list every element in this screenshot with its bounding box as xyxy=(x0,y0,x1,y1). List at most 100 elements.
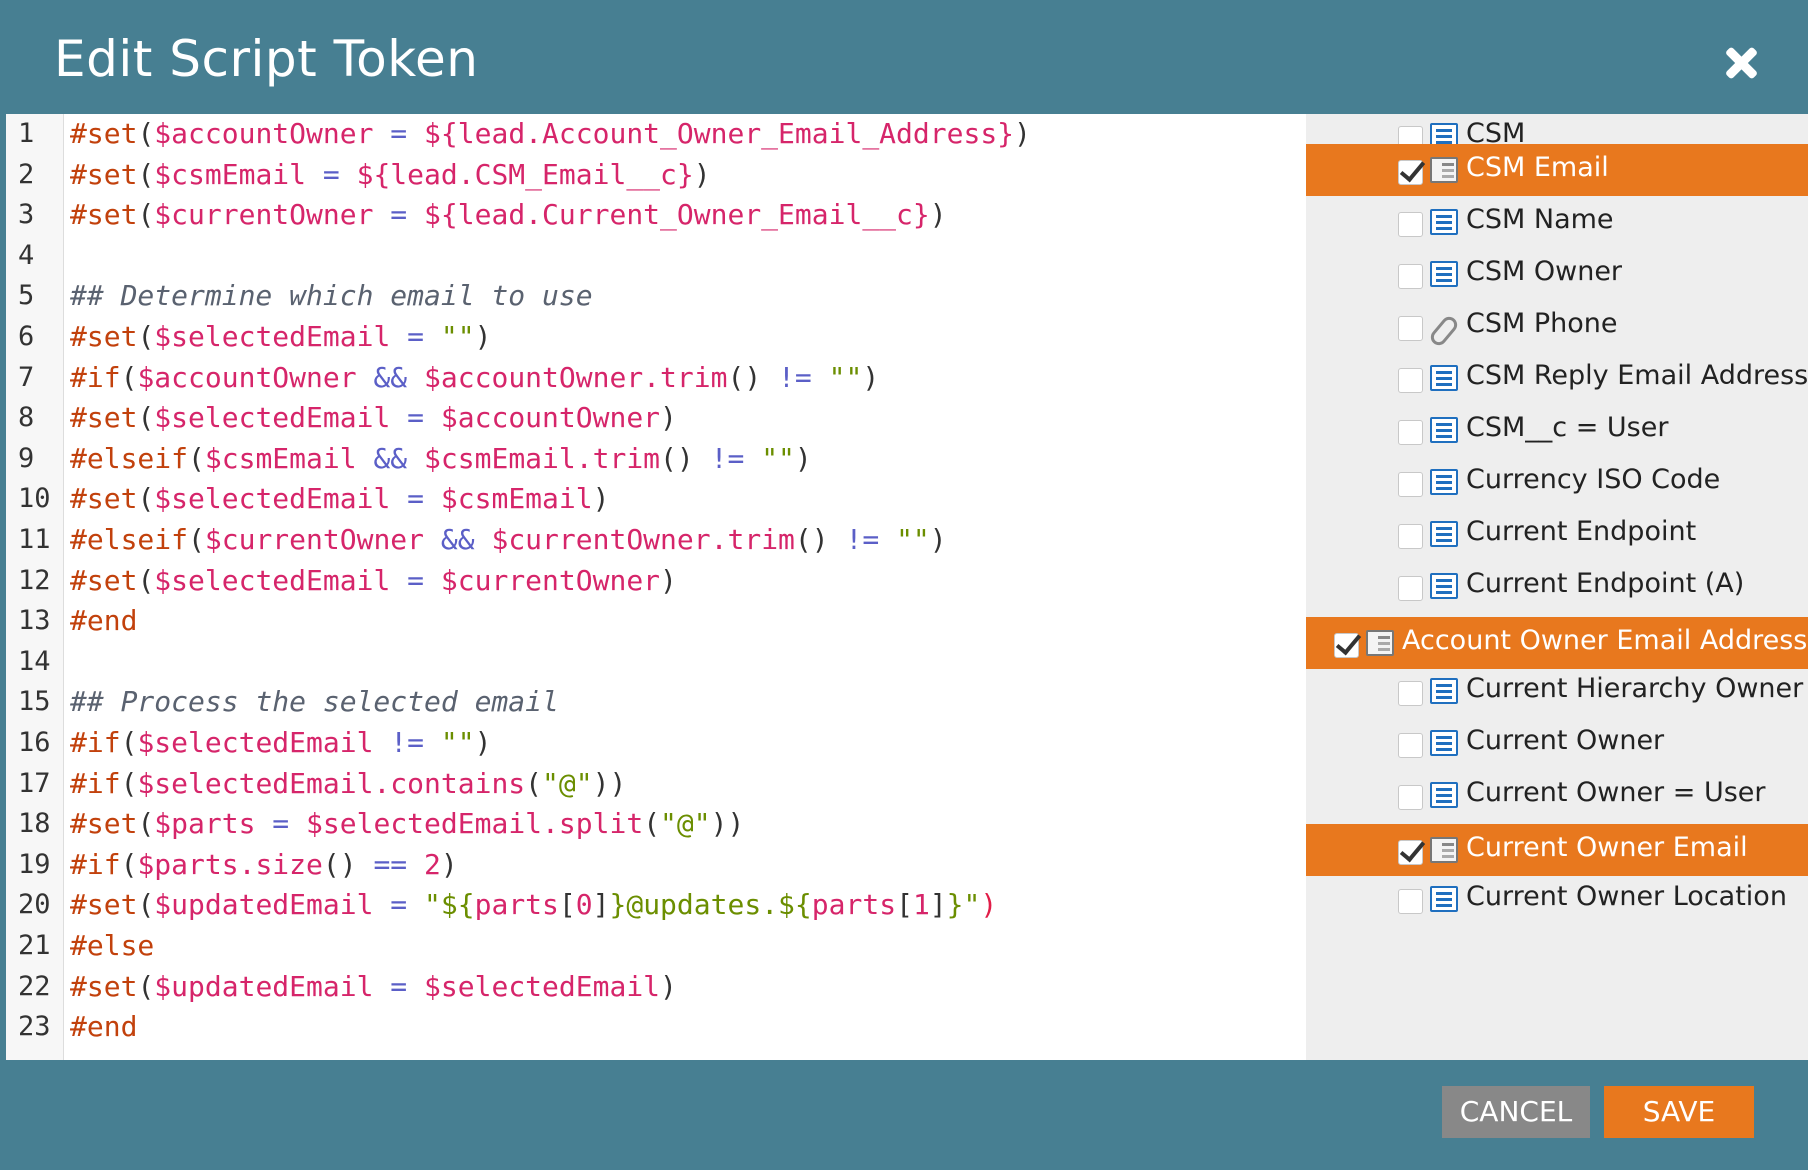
code-token: ) xyxy=(660,563,677,597)
code-line[interactable]: 4 xyxy=(6,236,1306,277)
field-row[interactable]: Current Owner xyxy=(1306,717,1808,769)
code-token: $parts.size xyxy=(137,847,323,881)
code-line[interactable]: 21 #else xyxy=(6,926,1306,967)
text-field-icon xyxy=(1430,886,1458,912)
code-line[interactable]: 18 #set($parts = $selectedEmail.split("@"… xyxy=(6,804,1306,845)
field-row[interactable]: Currency ISO Code xyxy=(1306,456,1808,508)
code-token: ( xyxy=(188,523,205,556)
code-token: = xyxy=(373,198,425,232)
code-line[interactable]: 13 #end xyxy=(6,601,1306,642)
field-checkbox[interactable] xyxy=(1398,368,1423,393)
code-text: #elseif($currentOwner && $currentOwner.t… xyxy=(70,520,947,561)
field-row[interactable]: Account Owner Email Address xyxy=(1306,617,1808,669)
code-line[interactable]: 23 #end xyxy=(6,1007,1306,1048)
field-checkbox[interactable] xyxy=(1398,733,1423,758)
code-token: )) xyxy=(592,766,627,800)
field-checkbox[interactable] xyxy=(1398,681,1423,706)
field-label: CSM Owner xyxy=(1466,256,1623,287)
field-row[interactable]: Current Hierarchy Owner M xyxy=(1306,665,1808,717)
code-token: () xyxy=(794,523,829,556)
code-token: = xyxy=(390,320,441,353)
dialog-title: Edit Script Token xyxy=(54,30,479,88)
code-line[interactable]: 1 #set($accountOwner = ${lead.Account_Own… xyxy=(6,114,1306,155)
field-checkbox[interactable] xyxy=(1398,472,1423,497)
line-number: 3 xyxy=(18,199,35,231)
field-checkbox[interactable] xyxy=(1398,316,1423,341)
code-line[interactable]: 14 xyxy=(6,642,1306,683)
line-number: 2 xyxy=(18,158,35,190)
field-row[interactable]: Current Owner = User xyxy=(1306,769,1808,821)
code-token: = xyxy=(306,157,357,191)
code-line[interactable]: 3 #set($currentOwner = ${lead.Current_Own… xyxy=(6,195,1306,236)
code-line[interactable]: 20 #set($updatedEmail = "${parts[0]}@upda… xyxy=(6,885,1306,926)
code-token: != xyxy=(828,523,897,556)
code-token: ## Determine which email to use xyxy=(70,279,593,313)
code-token: ( xyxy=(137,401,155,435)
save-button[interactable]: SAVE xyxy=(1604,1086,1754,1138)
field-row[interactable]: Current Owner Email xyxy=(1306,824,1808,876)
field-row[interactable]: Current Owner Location xyxy=(1306,873,1808,925)
code-token: ( xyxy=(137,888,155,922)
code-line[interactable]: 16 #if($selectedEmail != "") xyxy=(6,723,1306,764)
field-row[interactable]: CSM Phone xyxy=(1306,300,1808,352)
code-token: ( xyxy=(525,766,543,800)
field-checkbox[interactable] xyxy=(1398,889,1423,914)
field-row[interactable]: CSM Owner xyxy=(1306,248,1808,300)
code-token: () xyxy=(727,360,762,394)
field-row[interactable]: CSM Reply Email Address xyxy=(1306,352,1808,404)
field-checkbox[interactable] xyxy=(1398,420,1423,445)
code-token: = xyxy=(373,117,425,150)
code-line[interactable]: 17 #if($selectedEmail.contains("@")) xyxy=(6,764,1306,805)
line-number: 21 xyxy=(18,930,51,961)
field-checkbox[interactable] xyxy=(1398,840,1423,865)
code-token: $updatedEmail xyxy=(154,888,374,922)
field-row[interactable]: CSM__c = User xyxy=(1306,404,1808,456)
code-token: ( xyxy=(137,563,155,597)
code-token: #set xyxy=(70,563,138,597)
code-line[interactable]: 5 ## Determine which email to use xyxy=(6,276,1306,317)
code-text: ## Determine which email to use xyxy=(70,276,593,317)
code-token: = xyxy=(373,888,425,922)
field-picker-list[interactable]: CSM CSM Email CSM Name CSM Owner CSM Phone CS… xyxy=(1306,114,1808,1060)
field-row[interactable]: Current Endpoint xyxy=(1306,508,1808,560)
code-token: #if xyxy=(70,847,121,881)
code-token: $updatedEmail xyxy=(154,969,374,1003)
code-line[interactable]: 9 #elseif($csmEmail && $csmEmail.trim() !… xyxy=(6,439,1306,480)
code-editor[interactable]: 1 #set($accountOwner = ${lead.Account_Own… xyxy=(6,114,1306,1060)
code-token: #set xyxy=(70,807,138,841)
text-field-icon xyxy=(1430,417,1458,443)
field-row[interactable]: CSM Name xyxy=(1306,196,1808,248)
code-text: ## Process the selected email xyxy=(70,682,559,723)
field-row[interactable]: Current Endpoint (A) xyxy=(1306,560,1808,612)
field-checkbox[interactable] xyxy=(1398,785,1423,810)
field-checkbox[interactable] xyxy=(1398,212,1423,237)
field-checkbox[interactable] xyxy=(1334,633,1359,658)
code-line[interactable]: 15 ## Process the selected email xyxy=(6,682,1306,723)
code-token: $csmEmail xyxy=(154,157,307,191)
code-text: #if($selectedEmail.contains("@")) xyxy=(70,764,626,805)
code-text: #end xyxy=(70,1007,137,1048)
code-token: parts xyxy=(474,888,559,922)
code-line[interactable]: 11 #elseif($currentOwner && $currentOwner… xyxy=(6,520,1306,561)
code-line[interactable]: 12 #set($selectedEmail = $currentOwner) xyxy=(6,561,1306,602)
code-line[interactable]: 7 #if($accountOwner && $accountOwner.trim… xyxy=(6,358,1306,399)
text-field-icon xyxy=(1430,730,1458,756)
text-field-icon xyxy=(1430,782,1458,808)
field-checkbox[interactable] xyxy=(1398,524,1423,549)
field-label: Current Endpoint (A) xyxy=(1466,568,1745,599)
code-line[interactable]: 10 #set($selectedEmail = $csmEmail) xyxy=(6,479,1306,520)
field-checkbox[interactable] xyxy=(1398,264,1423,289)
field-checkbox[interactable] xyxy=(1398,160,1423,185)
field-row[interactable]: CSM Email xyxy=(1306,144,1808,196)
code-token: ) xyxy=(794,441,812,475)
code-line[interactable]: 2 #set($csmEmail = ${lead.CSM_Email__c}) xyxy=(6,155,1306,196)
code-line[interactable]: 8 #set($selectedEmail = $accountOwner) xyxy=(6,398,1306,439)
line-number: 6 xyxy=(18,321,35,352)
field-checkbox[interactable] xyxy=(1398,576,1423,601)
close-icon[interactable] xyxy=(1720,42,1762,84)
code-line[interactable]: 22 #set($updatedEmail = $selectedEmail) xyxy=(6,967,1306,1008)
code-token: )) xyxy=(710,807,745,841)
cancel-button[interactable]: CANCEL xyxy=(1442,1086,1590,1138)
code-line[interactable]: 6 #set($selectedEmail = "") xyxy=(6,317,1306,358)
code-line[interactable]: 19 #if($parts.size() == 2) xyxy=(6,845,1306,886)
